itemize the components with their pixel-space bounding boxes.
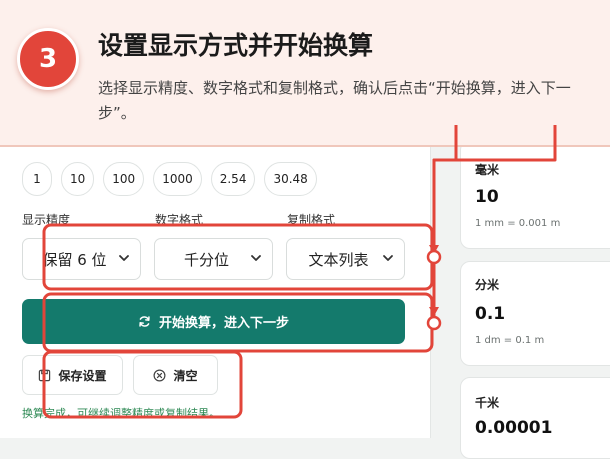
convert-label: 开始换算，进入下一步	[158, 316, 289, 331]
preset-chip[interactable]: 1	[22, 162, 52, 196]
copy-format-label: 复制格式	[287, 213, 336, 227]
result-card-mm[interactable]: 毫米 10 1 mm = 0.001 m	[460, 140, 610, 249]
save-settings-label: 保存设置	[58, 368, 107, 383]
precision-label: 显示精度	[22, 213, 71, 227]
save-settings-button[interactable]: 保存设置	[22, 355, 123, 395]
precision-value: 保留 6 位	[42, 250, 107, 269]
copy-format-select[interactable]: 文本列表	[286, 238, 405, 280]
result-value: 0.1	[475, 304, 506, 324]
tutorial-header: 3 设置显示方式并开始换算 选择显示精度、数字格式和复制格式，确认后点击“开始换…	[0, 0, 610, 147]
status-message: 换算完成，可继续调整精度或复制结果。	[22, 407, 220, 420]
result-card-dm[interactable]: 分米 0.1 1 dm = 0.1 m	[460, 261, 610, 366]
result-card-km[interactable]: 千米 0.00001	[460, 377, 610, 459]
convert-button[interactable]: 开始换算，进入下一步	[22, 299, 405, 344]
copy-format-value: 文本列表	[308, 250, 369, 269]
chevron-down-icon	[119, 255, 129, 261]
save-icon	[39, 369, 51, 381]
result-note: 1 dm = 0.1 m	[475, 335, 545, 346]
clear-button[interactable]: 清空	[133, 355, 218, 395]
result-unit-name: 分米	[475, 278, 500, 292]
result-note: 1 mm = 0.001 m	[475, 218, 561, 229]
result-value: 0.00001	[475, 418, 553, 438]
result-unit-name: 毫米	[475, 163, 500, 177]
result-value: 10	[475, 187, 499, 207]
close-circle-icon	[153, 369, 166, 381]
preset-chip[interactable]: 2.54	[210, 162, 256, 196]
chevron-down-icon	[383, 255, 393, 261]
result-unit-name: 千米	[475, 396, 500, 410]
precision-select[interactable]: 保留 6 位	[22, 238, 141, 280]
number-format-label: 数字格式	[155, 213, 204, 227]
tutorial-description: 选择显示精度、数字格式和复制格式，确认后点击“开始换算，进入下一步”。	[98, 79, 571, 122]
preset-chip[interactable]: 10	[61, 162, 95, 196]
preset-chip[interactable]: 100	[103, 162, 145, 196]
number-format-value: 千分位	[183, 250, 229, 269]
step-badge: 3	[17, 28, 79, 90]
refresh-icon	[139, 316, 150, 327]
clear-label: 清空	[173, 368, 198, 383]
chevron-down-icon	[251, 255, 261, 261]
preset-chip[interactable]: 30.48	[264, 162, 317, 196]
preset-chips: 1 10 100 1000 2.54 30.48	[22, 162, 317, 196]
number-format-select[interactable]: 千分位	[154, 238, 273, 280]
preset-chip[interactable]: 1000	[153, 162, 202, 196]
tutorial-title: 设置显示方式并开始换算	[98, 31, 374, 60]
